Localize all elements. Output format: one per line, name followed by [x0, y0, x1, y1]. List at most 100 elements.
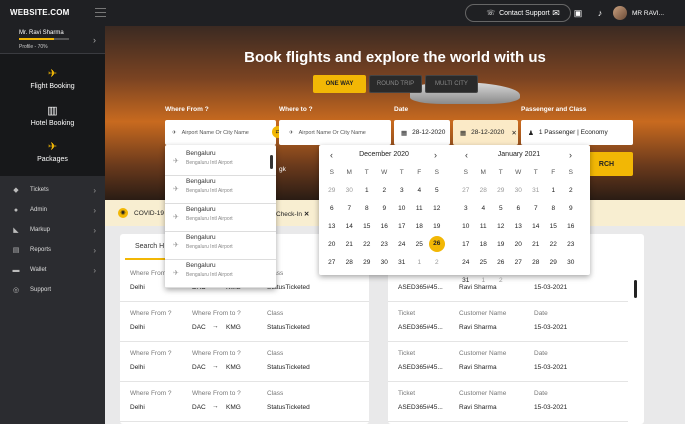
- calendar-day[interactable]: 23: [376, 241, 394, 248]
- calendar-day[interactable]: 4: [411, 187, 429, 194]
- sidebar-item-reports[interactable]: ▤ Reports ›: [0, 240, 105, 260]
- calendar-day[interactable]: 13: [323, 223, 341, 230]
- calendar-day[interactable]: 1: [475, 277, 493, 284]
- calendar-day[interactable]: 24: [393, 241, 411, 248]
- calendar-day[interactable]: 2: [428, 259, 446, 266]
- sidebar-item-markup[interactable]: ◣ Markup ›: [0, 220, 105, 240]
- calendar-day[interactable]: 27: [510, 259, 528, 266]
- calendar-day[interactable]: 10: [393, 205, 411, 212]
- calendar-day[interactable]: 10: [457, 223, 475, 230]
- calendar-day[interactable]: 1: [411, 259, 429, 266]
- close-icon[interactable]: ✕: [304, 211, 309, 218]
- table-row[interactable]: [120, 302, 369, 342]
- calendar-day[interactable]: 8: [545, 205, 563, 212]
- table-row[interactable]: [120, 382, 369, 422]
- from-input[interactable]: ✈ Airport Name Or City Name: [165, 120, 276, 145]
- calendar-day[interactable]: 31: [393, 259, 411, 266]
- calendar-day[interactable]: 4: [475, 205, 493, 212]
- calendar-day[interactable]: 28: [475, 187, 493, 194]
- calendar-day[interactable]: 5: [428, 187, 446, 194]
- passenger-class-select[interactable]: ♟ 1 Passenger | Economy: [521, 120, 633, 145]
- calendar-day[interactable]: 29: [492, 187, 510, 194]
- calendar-day[interactable]: 11: [411, 205, 429, 212]
- tab-multi-city[interactable]: MULTI CITY: [425, 75, 478, 93]
- calendar-day[interactable]: 17: [393, 223, 411, 230]
- prev-month-icon[interactable]: ‹: [465, 150, 468, 160]
- calendar-day[interactable]: 7: [527, 205, 545, 212]
- calendar-day[interactable]: 19: [428, 223, 446, 230]
- calendar-day[interactable]: 29: [545, 259, 563, 266]
- to-input[interactable]: ✈ Airport Name Or City Name: [279, 120, 391, 145]
- calendar-day[interactable]: 26: [428, 236, 446, 252]
- next-month-icon[interactable]: ›: [434, 150, 437, 160]
- packages-item[interactable]: ✈ Packages: [0, 140, 105, 163]
- checkin-notice[interactable]: Check-In ✕: [276, 210, 309, 218]
- calendar-day[interactable]: 14: [341, 223, 359, 230]
- calendar-day[interactable]: 21: [341, 241, 359, 248]
- calendar-day[interactable]: 1: [545, 187, 563, 194]
- calendar-day[interactable]: 9: [376, 205, 394, 212]
- calendar-day[interactable]: 15: [358, 223, 376, 230]
- calendar-day[interactable]: 24: [457, 259, 475, 266]
- calendar-day[interactable]: 18: [411, 223, 429, 230]
- calendar-day[interactable]: 22: [358, 241, 376, 248]
- calendar-day[interactable]: 18: [475, 241, 493, 248]
- sidebar-item-tickets[interactable]: ◆ Tickets ›: [0, 180, 105, 200]
- calendar-day[interactable]: 25: [475, 259, 493, 266]
- calendar-day[interactable]: 12: [492, 223, 510, 230]
- calendar-day[interactable]: 27: [457, 187, 475, 194]
- calendar-day[interactable]: 5: [492, 205, 510, 212]
- scrollbar[interactable]: [634, 280, 637, 298]
- calendar-day[interactable]: 21: [527, 241, 545, 248]
- table-row[interactable]: [120, 342, 369, 382]
- calendar-day[interactable]: 17: [457, 241, 475, 248]
- calendar-day[interactable]: 16: [562, 223, 580, 230]
- calendar-day[interactable]: 27: [323, 259, 341, 266]
- clear-icon[interactable]: ✕: [511, 129, 516, 137]
- return-date-input[interactable]: ▦ 28-12-2020 ✕: [453, 120, 518, 145]
- calendar-day[interactable]: 3: [457, 205, 475, 212]
- sidebar-item-admin[interactable]: ● Admin ›: [0, 200, 105, 220]
- calendar-day[interactable]: 11: [475, 223, 493, 230]
- flight-booking-item[interactable]: ✈ Flight Booking: [0, 67, 105, 90]
- calendar-day[interactable]: 30: [510, 187, 528, 194]
- chevron-right-icon[interactable]: ›: [93, 35, 96, 45]
- user-menu[interactable]: MR RAVI...: [632, 10, 664, 17]
- calendar-day[interactable]: 30: [341, 187, 359, 194]
- tab-round-trip[interactable]: ROUND TRIP: [369, 75, 422, 93]
- table-row[interactable]: [388, 342, 628, 382]
- selected-day[interactable]: 26: [428, 236, 445, 252]
- calendar-day[interactable]: 23: [562, 241, 580, 248]
- sidebar-item-support[interactable]: ◎ Support: [0, 280, 105, 300]
- calendar-day[interactable]: 19: [492, 241, 510, 248]
- calendar-day[interactable]: 31: [457, 277, 475, 284]
- calendar-day[interactable]: 2: [376, 187, 394, 194]
- calendar-day[interactable]: 31: [527, 187, 545, 194]
- calendar-day[interactable]: 16: [376, 223, 394, 230]
- calendar-day[interactable]: 6: [510, 205, 528, 212]
- calendar-day[interactable]: 30: [562, 259, 580, 266]
- site-logo[interactable]: WEBSITE.COM: [10, 8, 70, 17]
- next-month-icon[interactable]: ›: [569, 150, 572, 160]
- calendar-day[interactable]: 6: [323, 205, 341, 212]
- calendar-day[interactable]: 14: [527, 223, 545, 230]
- sidebar-item-wallet[interactable]: ▬ Wallet ›: [0, 260, 105, 280]
- calendar-day[interactable]: 12: [428, 205, 446, 212]
- calendar-day[interactable]: 13: [510, 223, 528, 230]
- departure-date-input[interactable]: ▦ 28-12-2020: [394, 120, 450, 145]
- tab-one-way[interactable]: ONE WAY: [313, 75, 366, 93]
- calendar-day[interactable]: 3: [393, 187, 411, 194]
- calendar-day[interactable]: 22: [545, 241, 563, 248]
- calendar-day[interactable]: 15: [545, 223, 563, 230]
- table-row[interactable]: [388, 382, 628, 422]
- calendar-day[interactable]: 20: [510, 241, 528, 248]
- calendar-day[interactable]: 20: [323, 241, 341, 248]
- tab-search-history[interactable]: Search H: [135, 243, 164, 250]
- calendar-day[interactable]: 1: [358, 187, 376, 194]
- calendar-day[interactable]: 29: [323, 187, 341, 194]
- dropdown-scrollbar[interactable]: [270, 155, 273, 169]
- prev-month-icon[interactable]: ‹: [330, 150, 333, 160]
- table-row[interactable]: [388, 302, 628, 342]
- mail-icon[interactable]: ✉: [551, 8, 561, 18]
- calendar-day[interactable]: 8: [358, 205, 376, 212]
